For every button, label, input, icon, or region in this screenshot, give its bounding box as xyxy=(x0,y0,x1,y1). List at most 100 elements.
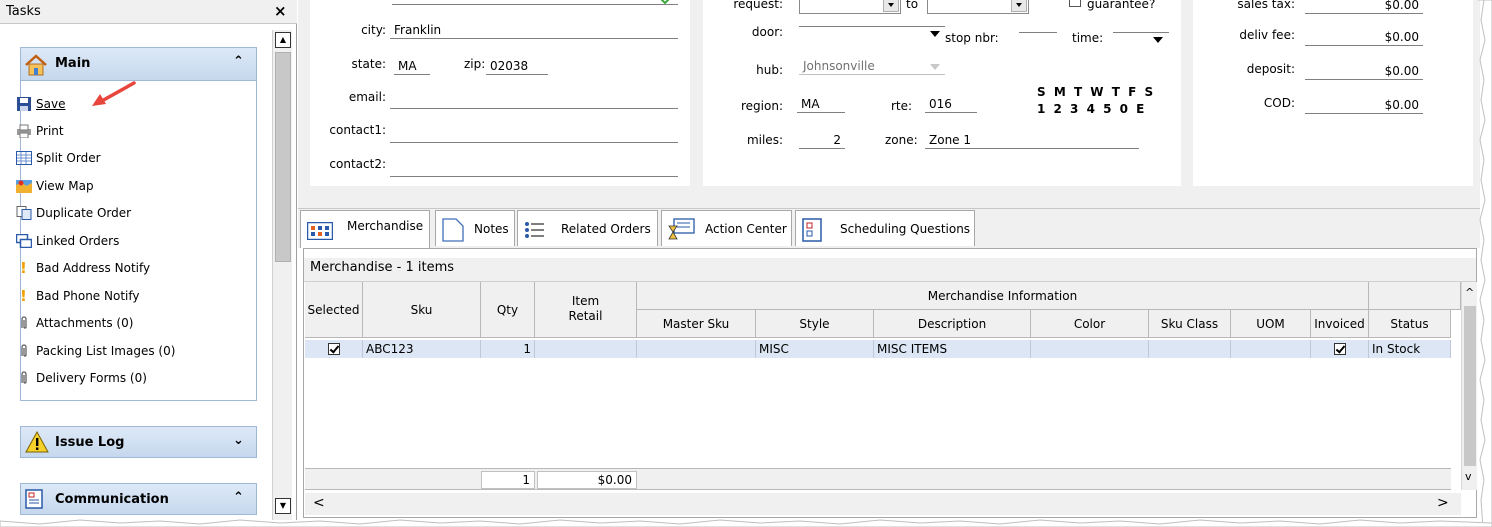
tab-scheduling-questions[interactable]: Scheduling Questions xyxy=(795,210,975,246)
scroll-left-button[interactable]: < xyxy=(313,495,325,511)
scroll-thumb[interactable] xyxy=(1464,306,1476,466)
task-duplicate-order[interactable]: Duplicate Order xyxy=(16,203,132,223)
selected-checkbox[interactable] xyxy=(327,343,340,355)
chevron-down-icon[interactable] xyxy=(1152,36,1164,44)
communication-group-header[interactable]: Communication ⌃ xyxy=(20,483,257,515)
task-label: Attachments (0) xyxy=(36,316,134,330)
column-header-style[interactable]: Style xyxy=(756,310,874,338)
contact2-field[interactable] xyxy=(390,160,678,177)
chevron-down-icon[interactable] xyxy=(1011,0,1027,12)
task-label: Linked Orders xyxy=(36,234,120,248)
task-linked-orders[interactable]: Linked Orders xyxy=(15,231,120,251)
item-retail-cell[interactable] xyxy=(535,340,637,358)
chevron-down-icon[interactable] xyxy=(929,30,941,38)
task-bad-phone-notify[interactable]: ! Bad Phone Notify xyxy=(20,286,139,306)
column-header-status[interactable]: Status xyxy=(1369,310,1451,338)
color-cell[interactable] xyxy=(1031,340,1149,358)
zip-label: zip: xyxy=(464,57,486,71)
sales-tax-field[interactable]: $0.00 xyxy=(1305,0,1423,14)
region-field[interactable]: MA xyxy=(797,96,845,113)
scroll-down-button[interactable]: ▼ xyxy=(275,498,291,514)
master-sku-cell[interactable] xyxy=(637,340,756,358)
column-header-item-retail[interactable]: Item Retail xyxy=(535,282,637,338)
task-delivery-forms[interactable]: Delivery Forms (0) xyxy=(21,368,147,388)
tab-related-orders[interactable]: Related Orders xyxy=(517,210,658,246)
tab-merchandise[interactable]: Merchandise xyxy=(300,210,430,248)
task-label: Packing List Images (0) xyxy=(36,344,176,358)
uom-cell[interactable] xyxy=(1231,340,1311,358)
request-to-combo[interactable] xyxy=(927,0,1029,14)
time-field[interactable] xyxy=(1113,32,1169,33)
column-header-selected[interactable]: Selected xyxy=(305,282,363,338)
map-icon xyxy=(16,179,32,193)
column-header-invoiced[interactable]: Invoiced xyxy=(1311,310,1369,338)
zone-field[interactable]: Zone 1 xyxy=(925,132,1139,149)
miles-label: miles: xyxy=(746,133,783,147)
column-header-description[interactable]: Description xyxy=(874,310,1031,338)
address-line-field[interactable] xyxy=(392,0,678,5)
task-label: Duplicate Order xyxy=(36,206,132,220)
main-group-header[interactable]: Main ⌃ xyxy=(20,47,257,81)
collapse-communication-icon[interactable]: ⌃ xyxy=(233,490,244,505)
task-bad-address-notify[interactable]: ! Bad Address Notify xyxy=(20,258,150,278)
rte-field[interactable]: 016 xyxy=(925,96,977,113)
rte-label: rte: xyxy=(891,99,913,113)
column-header-sku-class[interactable]: Sku Class xyxy=(1149,310,1231,338)
scroll-right-button[interactable]: > xyxy=(1437,495,1449,511)
task-split-order[interactable]: Split Order xyxy=(16,148,101,168)
deliv-fee-field[interactable]: $0.00 xyxy=(1305,29,1423,46)
tab-notes[interactable]: Notes xyxy=(435,210,515,246)
scroll-up-button[interactable]: ▲ xyxy=(275,32,291,48)
guarantee-checkbox[interactable] xyxy=(1069,0,1081,7)
sku-class-cell[interactable] xyxy=(1149,340,1231,358)
selected-cell[interactable] xyxy=(305,340,363,358)
request-from-combo[interactable] xyxy=(799,0,901,14)
status-cell[interactable]: In Stock xyxy=(1369,340,1451,358)
close-tasks-button[interactable]: × xyxy=(274,2,287,20)
stop-nbr-label: stop nbr: xyxy=(945,31,999,45)
column-header-color[interactable]: Color xyxy=(1031,310,1149,338)
contact1-field[interactable] xyxy=(390,126,678,143)
miles-field[interactable]: 2 xyxy=(799,132,845,149)
zip-field[interactable]: 02038 xyxy=(486,58,548,75)
state-field[interactable]: MA xyxy=(394,58,430,75)
column-header-sku[interactable]: Sku xyxy=(363,282,481,338)
column-header-qty[interactable]: Qty xyxy=(481,282,535,338)
collapse-main-icon[interactable]: ⌃ xyxy=(233,54,244,69)
cod-field[interactable]: $0.00 xyxy=(1305,97,1423,114)
grid-vertical-scrollbar[interactable]: ^ v xyxy=(1461,282,1477,490)
grid-horizontal-scrollbar[interactable]: < > xyxy=(305,493,1461,515)
stop-nbr-field[interactable] xyxy=(1019,32,1057,33)
task-view-map[interactable]: View Map xyxy=(16,176,94,196)
contact1-label: contact1: xyxy=(329,123,386,137)
invoiced-cell[interactable] xyxy=(1311,340,1369,358)
door-field[interactable] xyxy=(799,26,945,27)
column-group-merchandise-information: Merchandise Information xyxy=(637,282,1369,310)
scroll-down-button[interactable]: v xyxy=(1465,470,1472,483)
tasks-scrollbar[interactable]: ▲ ▼ xyxy=(272,30,292,520)
scroll-thumb[interactable] xyxy=(275,52,291,262)
issue-log-group-header[interactable]: Issue Log ⌄ xyxy=(20,426,257,458)
style-cell[interactable]: MISC xyxy=(756,340,874,358)
deposit-label: deposit: xyxy=(1246,62,1295,76)
city-field[interactable]: Franklin xyxy=(390,22,678,39)
sku-cell[interactable]: ABC123 xyxy=(363,340,481,358)
task-packing-list-images[interactable]: Packing List Images (0) xyxy=(21,341,176,361)
duplicate-icon xyxy=(16,206,32,220)
tab-label: Related Orders xyxy=(561,222,651,236)
invoiced-checkbox[interactable] xyxy=(1333,343,1346,355)
column-header-uom[interactable]: UOM xyxy=(1231,310,1311,338)
scroll-up-button[interactable]: ^ xyxy=(1465,286,1474,299)
task-print[interactable]: Print xyxy=(17,121,64,141)
description-cell[interactable]: MISC ITEMS xyxy=(874,340,1031,358)
qty-cell[interactable]: 1 xyxy=(481,340,535,358)
column-header-master-sku[interactable]: Master Sku xyxy=(637,310,756,338)
expand-issue-log-icon[interactable]: ⌄ xyxy=(233,433,244,448)
task-save[interactable]: Save xyxy=(17,94,65,114)
task-attachments[interactable]: Attachments (0) xyxy=(21,313,134,333)
email-field[interactable] xyxy=(390,92,678,109)
deposit-field[interactable]: $0.00 xyxy=(1305,63,1423,80)
chevron-down-icon[interactable] xyxy=(883,0,899,12)
tab-action-center[interactable]: Action Center xyxy=(661,210,792,246)
tasks-panel: Tasks × Main ⌃ Save Print Split Order Vi… xyxy=(0,0,297,520)
